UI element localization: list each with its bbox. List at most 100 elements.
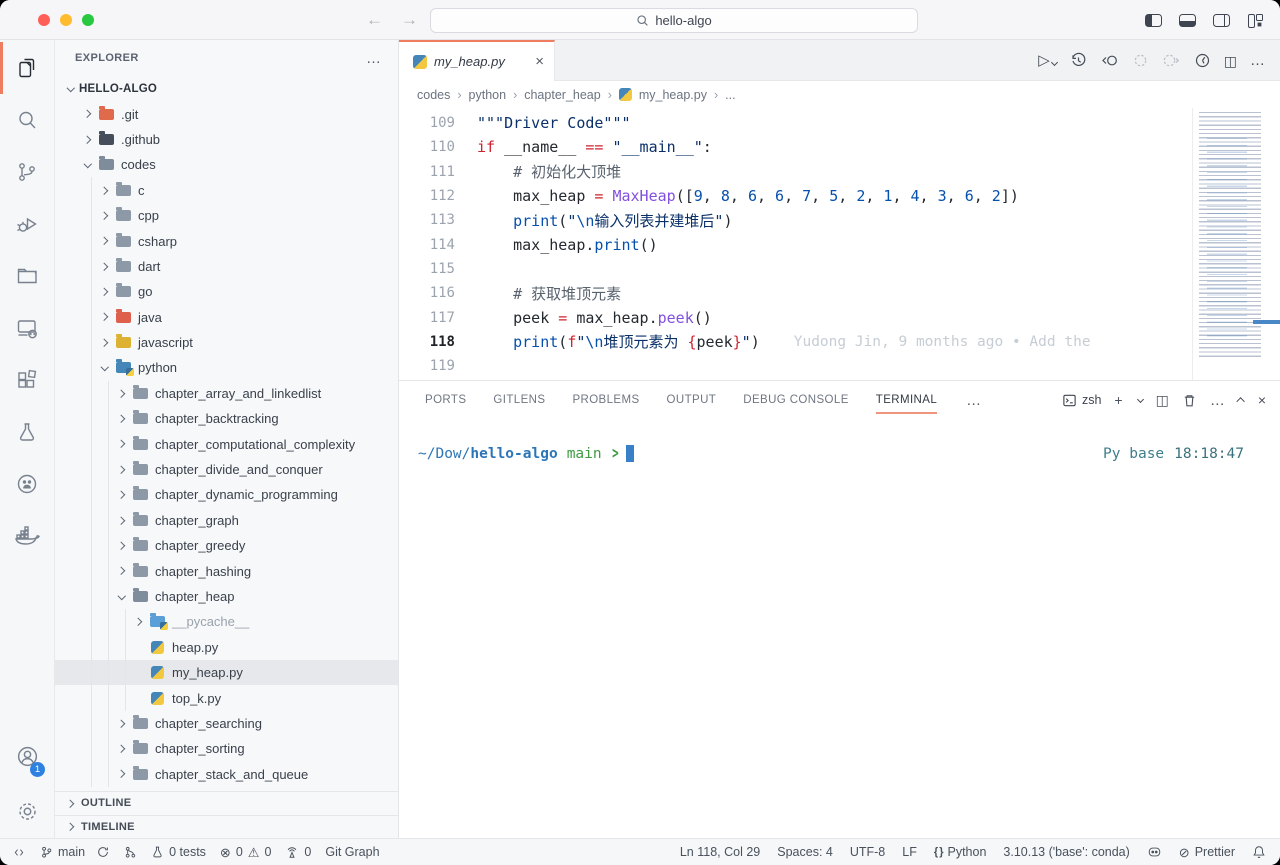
panel-tab[interactable]: OUTPUT — [667, 381, 717, 419]
activitybar-accounts[interactable]: 1 — [0, 728, 54, 784]
macos-zoom-button[interactable] — [82, 14, 94, 26]
activitybar-folder-extension[interactable] — [0, 250, 54, 302]
copilot-status[interactable] — [1147, 845, 1162, 859]
sidebar-section[interactable]: OUTLINE — [55, 791, 398, 815]
panel-more-actions-icon[interactable]: … — [1210, 392, 1226, 409]
activitybar-settings[interactable] — [0, 784, 54, 838]
activitybar-testing[interactable] — [0, 406, 54, 458]
code-editor[interactable]: 109 """Driver Code""" 110 if __name__ ==… — [399, 108, 1280, 380]
split-editor-icon[interactable]: ◫ — [1224, 54, 1237, 68]
explorer-more-actions-icon[interactable]: … — [366, 50, 382, 67]
tree-item[interactable]: dart — [55, 254, 398, 279]
breadcrumb-item[interactable]: ... — [725, 88, 742, 102]
tab-my-heap[interactable]: my_heap.py × — [399, 40, 555, 81]
tree-item[interactable]: chapter_hashing — [55, 558, 398, 583]
new-terminal-icon[interactable]: + — [1114, 393, 1122, 407]
breadcrumb-item[interactable]: codes › — [417, 88, 462, 102]
cursor-position[interactable]: Ln 118, Col 29 — [680, 845, 760, 859]
activitybar-remote-explorer[interactable] — [0, 302, 54, 354]
tree-item[interactable]: codes — [55, 152, 398, 177]
panel-tab[interactable]: GITLENS — [493, 381, 545, 419]
tree-item[interactable]: chapter_array_and_linkedlist — [55, 381, 398, 406]
remote-indicator[interactable] — [12, 846, 26, 859]
git-graph-launcher[interactable]: Git Graph — [325, 845, 379, 859]
previous-change-icon[interactable] — [1132, 52, 1149, 69]
feedback-status[interactable]: 0 — [285, 845, 311, 859]
tree-item[interactable]: csharp — [55, 228, 398, 253]
next-change-icon[interactable] — [1162, 52, 1181, 69]
sidebar-section[interactable]: TIMELINE — [55, 815, 398, 839]
tree-item[interactable]: chapter_computational_complexity — [55, 431, 398, 456]
notifications-bell[interactable] — [1252, 845, 1266, 859]
tree-item[interactable]: top_k.py — [55, 685, 398, 710]
indentation-status[interactable]: Spaces: 4 — [777, 845, 833, 859]
macos-minimize-button[interactable] — [60, 14, 72, 26]
tree-item[interactable]: python — [55, 355, 398, 380]
eol-status[interactable]: LF — [902, 845, 917, 859]
tree-item[interactable]: .git — [55, 101, 398, 126]
language-mode[interactable]: { }Python — [934, 845, 987, 859]
tree-item[interactable]: java — [55, 305, 398, 330]
maximize-panel-icon[interactable] — [1236, 397, 1244, 405]
macos-close-button[interactable] — [38, 14, 50, 26]
tree-item[interactable]: chapter_heap — [55, 584, 398, 609]
activitybar-search[interactable] — [0, 94, 54, 146]
tree-item[interactable]: my_heap.py — [55, 660, 398, 685]
run-python-file-button[interactable]: ▷ — [1038, 52, 1057, 70]
file-history-icon[interactable] — [1070, 52, 1087, 69]
tree-item[interactable]: cpp — [55, 203, 398, 228]
problems-status[interactable]: ⊗0⚠0 — [220, 845, 271, 859]
breadcrumb-item[interactable]: my_heap.py › — [619, 88, 718, 102]
terminal-dropdown-icon[interactable] — [1137, 395, 1144, 402]
panel-tab[interactable]: TERMINAL — [876, 381, 937, 419]
toggle-secondary-sidebar-icon[interactable] — [1213, 14, 1230, 27]
panel-tab[interactable]: PROBLEMS — [572, 381, 639, 419]
breadcrumb-item[interactable]: chapter_heap › — [524, 88, 612, 102]
back-icon[interactable]: ← — [366, 10, 383, 30]
tree-item[interactable]: javascript — [55, 330, 398, 355]
activitybar-run-debug[interactable] — [0, 198, 54, 250]
panel-tabs-more-icon[interactable]: … — [966, 392, 982, 409]
tree-item[interactable]: chapter_divide_and_conquer — [55, 457, 398, 482]
activitybar-extensions[interactable] — [0, 354, 54, 406]
tree-item[interactable]: __pycache__ — [55, 609, 398, 634]
terminal-shell-label[interactable]: zsh — [1062, 393, 1101, 408]
breadcrumb-item[interactable]: python › — [469, 88, 518, 102]
toggle-panel-icon[interactable] — [1179, 14, 1196, 27]
forward-icon[interactable]: → — [401, 10, 418, 30]
terminal[interactable]: ~/Dow/hello-algo main > Py base18:18:47 — [399, 419, 1280, 838]
open-changes-icon[interactable] — [1100, 52, 1119, 69]
prettier-status[interactable]: ⊘Prettier — [1179, 845, 1235, 859]
gitlens-graph-icon[interactable] — [1194, 52, 1211, 69]
tree-item[interactable]: chapter_sorting — [55, 736, 398, 761]
panel-tab[interactable]: DEBUG CONSOLE — [743, 381, 849, 419]
split-terminal-icon[interactable]: ◫ — [1156, 393, 1169, 407]
tree-item[interactable]: heap.py — [55, 635, 398, 660]
minimap[interactable] — [1192, 108, 1280, 380]
activitybar-docker[interactable] — [0, 510, 54, 562]
customize-layout-icon[interactable] — [1247, 13, 1264, 27]
tree-item[interactable]: chapter_searching — [55, 711, 398, 736]
tree-item[interactable]: chapter_dynamic_programming — [55, 482, 398, 507]
tree-item[interactable]: chapter_backtracking — [55, 406, 398, 431]
activitybar-github[interactable] — [0, 458, 54, 510]
toggle-primary-sidebar-icon[interactable] — [1145, 14, 1162, 27]
tree-item[interactable]: .github — [55, 127, 398, 152]
tab-close-icon[interactable]: × — [535, 53, 544, 70]
git-branch-status[interactable]: main — [40, 845, 110, 859]
tree-item[interactable]: go — [55, 279, 398, 304]
tree-item[interactable]: HELLO-ALGO — [55, 76, 398, 101]
tests-status[interactable]: 0 tests — [151, 845, 206, 859]
tree-item[interactable]: c — [55, 178, 398, 203]
panel-tab[interactable]: PORTS — [425, 381, 466, 419]
git-graph-status-icon[interactable] — [124, 845, 137, 859]
activitybar-explorer[interactable] — [0, 42, 54, 94]
editor-more-actions-icon[interactable]: … — [1250, 52, 1266, 69]
encoding-status[interactable]: UTF-8 — [850, 845, 885, 859]
close-panel-icon[interactable]: × — [1258, 393, 1266, 407]
tree-item[interactable]: chapter_stack_and_queue — [55, 762, 398, 787]
command-center-search[interactable]: hello-algo — [430, 8, 918, 33]
kill-terminal-icon[interactable] — [1182, 393, 1197, 408]
tree-item[interactable]: chapter_greedy — [55, 533, 398, 558]
python-interpreter[interactable]: 3.10.13 ('base': conda) — [1003, 845, 1129, 859]
